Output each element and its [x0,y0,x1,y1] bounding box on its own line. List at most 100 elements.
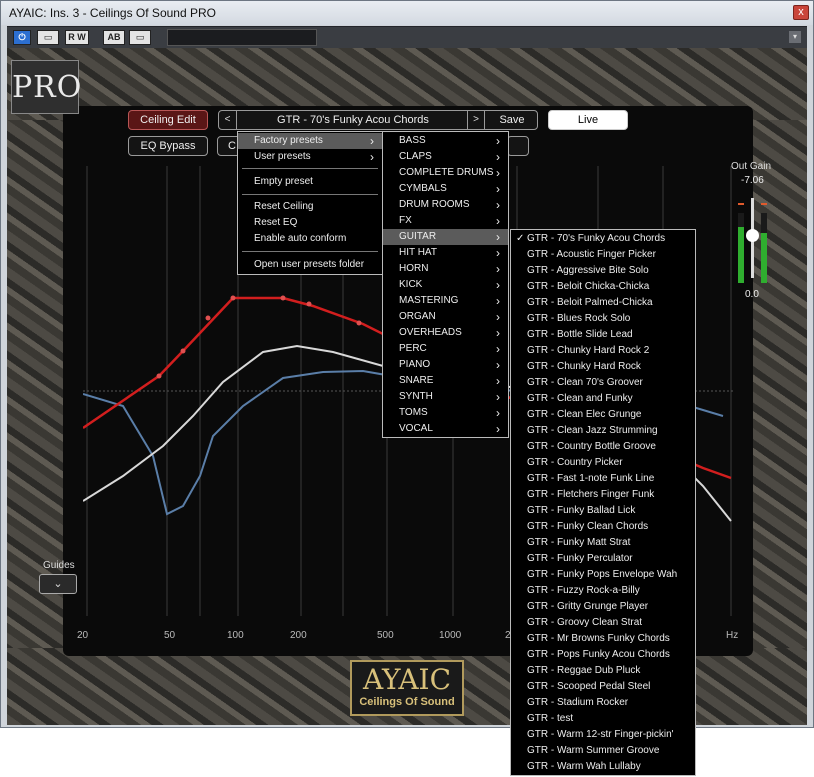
preset-item[interactable]: GTR - Funky Ballad Lick [511,503,695,519]
partial-button-right[interactable] [507,136,529,156]
preset-name[interactable]: GTR - 70's Funky Acou Chords [239,111,467,129]
preset-label: GTR - Clean and Funky [527,393,633,404]
preset-item[interactable]: GTR - Fuzzy Rock-a-Billy [511,583,695,599]
submenu-arrow-icon: › [496,198,500,212]
peak-indicator [738,203,744,205]
submenu-arrow-icon: › [496,406,500,420]
preset-next-button[interactable]: > [467,111,485,129]
out-gain-knob[interactable] [746,229,759,242]
guides-dropdown[interactable]: ⌄ [39,574,77,594]
preset-item[interactable]: GTR - Warm 12-str Finger-pickin' [511,727,695,743]
category-item[interactable]: CYMBALS › [383,181,508,197]
preset-item[interactable]: GTR - Beloit Chicka-Chicka [511,279,695,295]
preset-item[interactable]: GTR - Country Bottle Groove [511,439,695,455]
category-item[interactable]: CLAPS › [383,149,508,165]
category-item[interactable]: HORN › [383,261,508,277]
freq-label: 50 [164,630,176,641]
preset-item[interactable]: GTR - Clean Jazz Strumming [511,423,695,439]
eq-bypass-button[interactable]: EQ Bypass [128,136,208,156]
preset-item[interactable]: GTR - Gritty Grunge Player [511,599,695,615]
category-item[interactable]: COMPLETE DRUMS › [383,165,508,181]
category-item[interactable]: GUITAR › [383,229,508,245]
preset-item[interactable]: GTR - Clean and Funky [511,391,695,407]
preset-item[interactable]: GTR - Bottle Slide Lead [511,327,695,343]
preset-label: GTR - Clean Jazz Strumming [527,425,658,436]
submenu-arrow-icon: › [496,214,500,228]
category-item[interactable]: MASTERING › [383,293,508,309]
preset-item[interactable]: GTR - Beloit Palmed-Chicka [511,295,695,311]
preset-item[interactable]: GTR - Scooped Pedal Steel [511,679,695,695]
preset-label: GTR - Fletchers Finger Funk [527,489,655,500]
read-write-button[interactable]: R W [65,30,89,45]
menu-item-empty-preset[interactable]: Empty preset [238,174,382,190]
preset-item[interactable]: ✓ GTR - 70's Funky Acou Chords [511,231,695,247]
category-item[interactable]: BASS › [383,133,508,149]
preset-item[interactable]: GTR - Chunky Hard Rock 2 [511,343,695,359]
preset-item[interactable]: GTR - Clean Elec Grunge [511,407,695,423]
preset-label: GTR - Pops Funky Acou Chords [527,649,670,660]
preset-label: GTR - Warm Wah Lullaby [527,761,641,772]
preset-item[interactable]: GTR - Fast 1-note Funk Line [511,471,695,487]
menu-item-open-folder[interactable]: Open user presets folder [238,257,382,273]
preset-label: GTR - Clean 70's Groover [527,377,643,388]
category-item[interactable]: PIANO › [383,357,508,373]
category-item[interactable]: TOMS › [383,405,508,421]
preset-item[interactable]: GTR - Country Picker [511,455,695,471]
preset-item[interactable]: GTR - Groovy Clean Strat [511,615,695,631]
preset-item[interactable]: GTR - Blues Rock Solo [511,311,695,327]
category-item[interactable]: OVERHEADS › [383,325,508,341]
category-item[interactable]: HIT HAT › [383,245,508,261]
submenu-arrow-icon: › [496,150,500,164]
category-item[interactable]: FX › [383,213,508,229]
settings-icon[interactable]: ▭ [129,30,151,45]
preset-item[interactable]: GTR - Acoustic Finger Picker [511,247,695,263]
category-item[interactable]: SNARE › [383,373,508,389]
preset-item[interactable]: GTR - Chunky Hard Rock [511,359,695,375]
live-button[interactable]: Live [548,110,628,130]
preset-prev-button[interactable]: < [219,111,237,129]
preset-item[interactable]: GTR - Funky Clean Chords [511,519,695,535]
preset-label: GTR - Fast 1-note Funk Line [527,473,655,484]
preset-selector: < GTR - 70's Funky Acou Chords > Save [218,110,538,130]
host-preset-field[interactable] [167,29,317,46]
category-item[interactable]: DRUM ROOMS › [383,197,508,213]
save-button[interactable]: Save [487,111,537,129]
preset-item[interactable]: GTR - Mr Browns Funky Chords [511,631,695,647]
category-item[interactable]: KICK › [383,277,508,293]
preset-label: GTR - Gritty Grunge Player [527,601,649,612]
preset-item[interactable]: GTR - Stadium Rocker [511,695,695,711]
category-label: BASS [399,135,426,146]
chevron-down-icon[interactable]: ▾ [789,31,801,43]
compare-icon[interactable]: ▭ [37,30,59,45]
preset-item[interactable]: GTR - Reggae Dub Pluck [511,663,695,679]
preset-item[interactable]: GTR - Clean 70's Groover [511,375,695,391]
freq-unit-label: Hz [726,630,739,641]
category-item[interactable]: ORGAN › [383,309,508,325]
preset-item[interactable]: GTR - test [511,711,695,727]
category-item[interactable]: SYNTH › [383,389,508,405]
preset-item[interactable]: GTR - Aggressive Bite Solo [511,263,695,279]
preset-item[interactable]: GTR - Warm Wah Lullaby [511,759,695,775]
category-item[interactable]: PERC › [383,341,508,357]
preset-item[interactable]: GTR - Fletchers Finger Funk [511,487,695,503]
menu-item-reset-ceiling[interactable]: Reset Ceiling [238,199,382,215]
menu-item-reset-eq[interactable]: Reset EQ [238,215,382,231]
preset-item[interactable]: GTR - Pops Funky Acou Chords [511,647,695,663]
menu-item-factory-presets[interactable]: Factory presets › [238,133,382,149]
preset-item[interactable]: GTR - Funky Perculator [511,551,695,567]
preset-item[interactable]: GTR - Funky Pops Envelope Wah [511,567,695,583]
preset-label: GTR - Chunky Hard Rock [527,361,641,372]
menu-item-auto-conform[interactable]: Enable auto conform [238,231,382,247]
out-gain-zero: 0.0 [745,289,759,300]
ab-compare-button[interactable]: AB [103,30,125,45]
preset-label: GTR - Beloit Chicka-Chicka [527,281,650,292]
category-item[interactable]: VOCAL › [383,421,508,437]
preset-item[interactable]: GTR - Funky Matt Strat [511,535,695,551]
menu-item-user-presets[interactable]: User presets › [238,149,382,165]
preset-item[interactable]: GTR - Warm Summer Groove [511,743,695,759]
power-icon[interactable]: ⏻ [13,30,31,45]
preset-label: GTR - Chunky Hard Rock 2 [527,345,650,356]
level-meter-right [761,213,767,283]
ceiling-edit-button[interactable]: Ceiling Edit [128,110,208,130]
close-button[interactable]: x [793,5,809,20]
